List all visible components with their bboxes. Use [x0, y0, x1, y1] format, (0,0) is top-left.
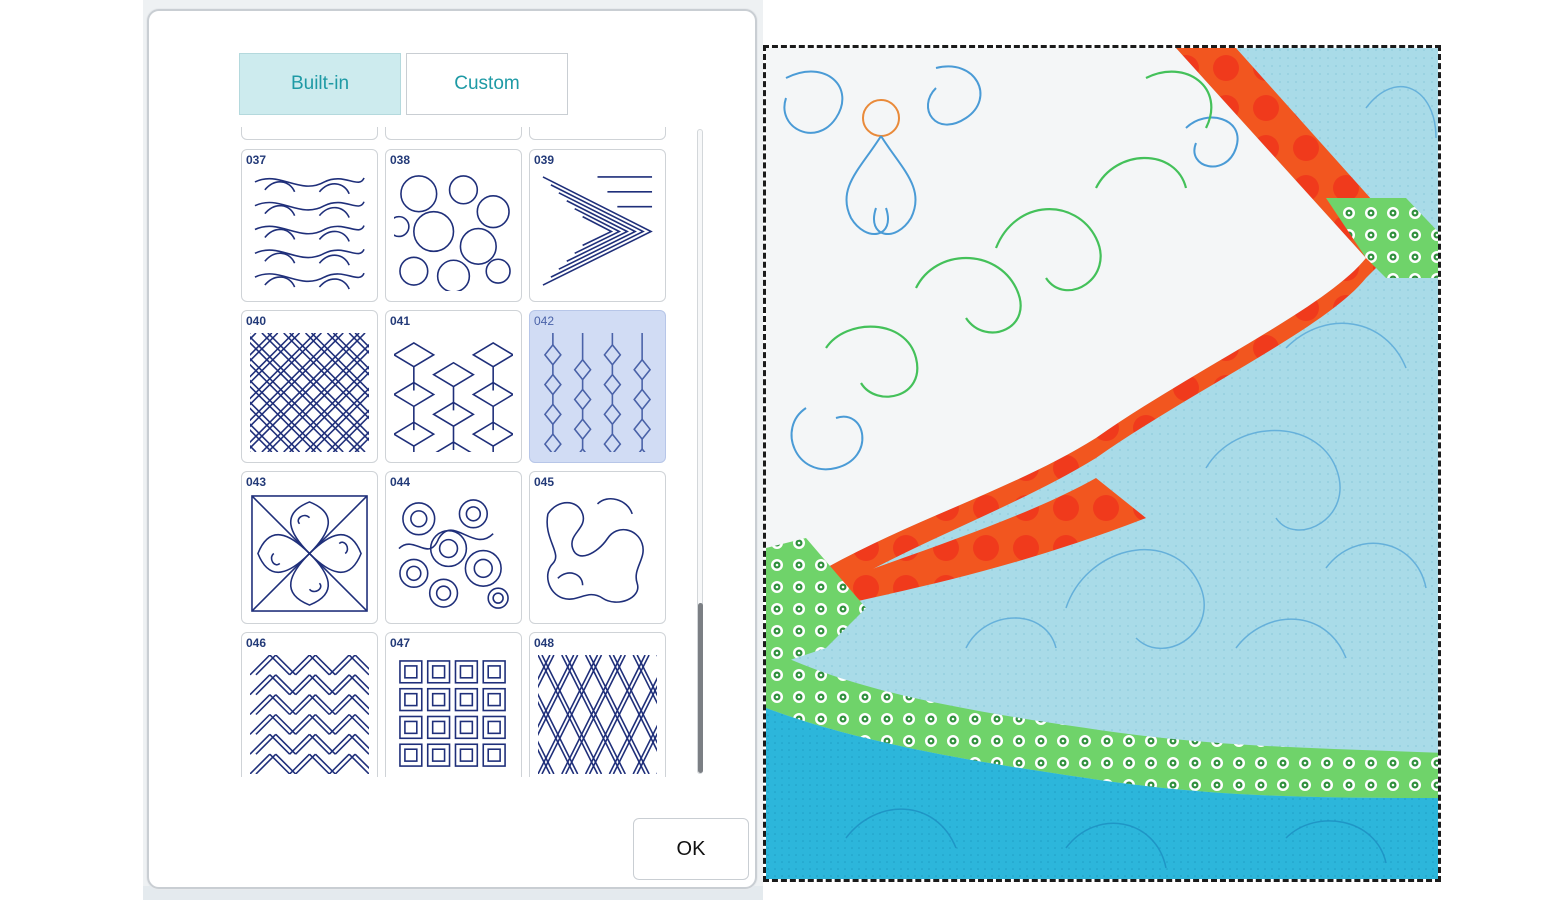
- circles-pattern-icon: [394, 175, 511, 291]
- pattern-cell-048[interactable]: 048: [529, 632, 666, 777]
- pattern-cell-043[interactable]: 043: [241, 471, 378, 624]
- pattern-cell-038[interactable]: 038: [385, 149, 522, 302]
- tab-built-in[interactable]: Built-in: [239, 53, 401, 115]
- leaf-swirl-pattern-icon: [254, 177, 365, 290]
- pattern-cell-partial[interactable]: [385, 127, 522, 140]
- pattern-cell-040[interactable]: 040: [241, 310, 378, 463]
- pattern-grid-viewport: 037 038 039 040 041 042 043 044 045 046 047 048: [239, 127, 679, 777]
- pattern-cell-partial[interactable]: [529, 127, 666, 140]
- pattern-number: 044: [390, 475, 411, 489]
- pattern-number: 046: [246, 636, 267, 650]
- pattern-cell-partial[interactable]: [241, 127, 378, 140]
- pattern-number: 040: [246, 314, 267, 328]
- pattern-cell-044[interactable]: 044: [385, 471, 522, 624]
- tab-custom[interactable]: Custom: [406, 53, 568, 115]
- angular-maze-pattern-icon: [542, 176, 653, 286]
- basket-weave-pattern-icon: [250, 333, 369, 452]
- pattern-number: 045: [534, 475, 555, 489]
- feather-medallion-pattern-icon: [251, 495, 368, 612]
- ok-button[interactable]: OK: [633, 818, 749, 880]
- pattern-number: 039: [534, 153, 555, 167]
- pattern-number: 047: [390, 636, 411, 650]
- pattern-cell-045[interactable]: 045: [529, 471, 666, 624]
- pattern-number: 043: [246, 475, 267, 489]
- pattern-number: 041: [390, 314, 411, 328]
- pattern-number: 042: [534, 314, 555, 328]
- quilt-preview-image: [763, 45, 1441, 882]
- meander-pattern-icon: [546, 497, 644, 603]
- pattern-number: 038: [390, 153, 411, 167]
- pattern-cell-041[interactable]: 041: [385, 310, 522, 463]
- pattern-number: 048: [534, 636, 555, 650]
- pattern-cell-037[interactable]: 037: [241, 149, 378, 302]
- pattern-cell-047[interactable]: 047: [385, 632, 522, 777]
- pattern-cell-039[interactable]: 039: [529, 149, 666, 302]
- pattern-cell-046[interactable]: 046: [241, 632, 378, 777]
- quilt-stitch-preview-image: [766, 48, 1438, 879]
- stitch-pattern-dialog: Built-in Custom 037 038 039 040 041 042 043 044…: [147, 9, 757, 889]
- pattern-cell-042[interactable]: 042: [529, 310, 666, 463]
- loops-circles-pattern-icon: [398, 499, 509, 609]
- diamond-chain-pattern-icon: [543, 333, 652, 452]
- lattice-squares-pattern-icon: [399, 660, 506, 767]
- pattern-scrollbar-thumb[interactable]: [698, 603, 703, 773]
- tumbling-blocks-pattern-icon: [394, 341, 513, 452]
- herringbone-pattern-icon: [250, 655, 369, 774]
- screen: Built-in Custom 037 038 039 040 041 042 043 044…: [0, 0, 1560, 900]
- pattern-number: 037: [246, 153, 267, 167]
- argyle-lattice-pattern-icon: [538, 655, 657, 774]
